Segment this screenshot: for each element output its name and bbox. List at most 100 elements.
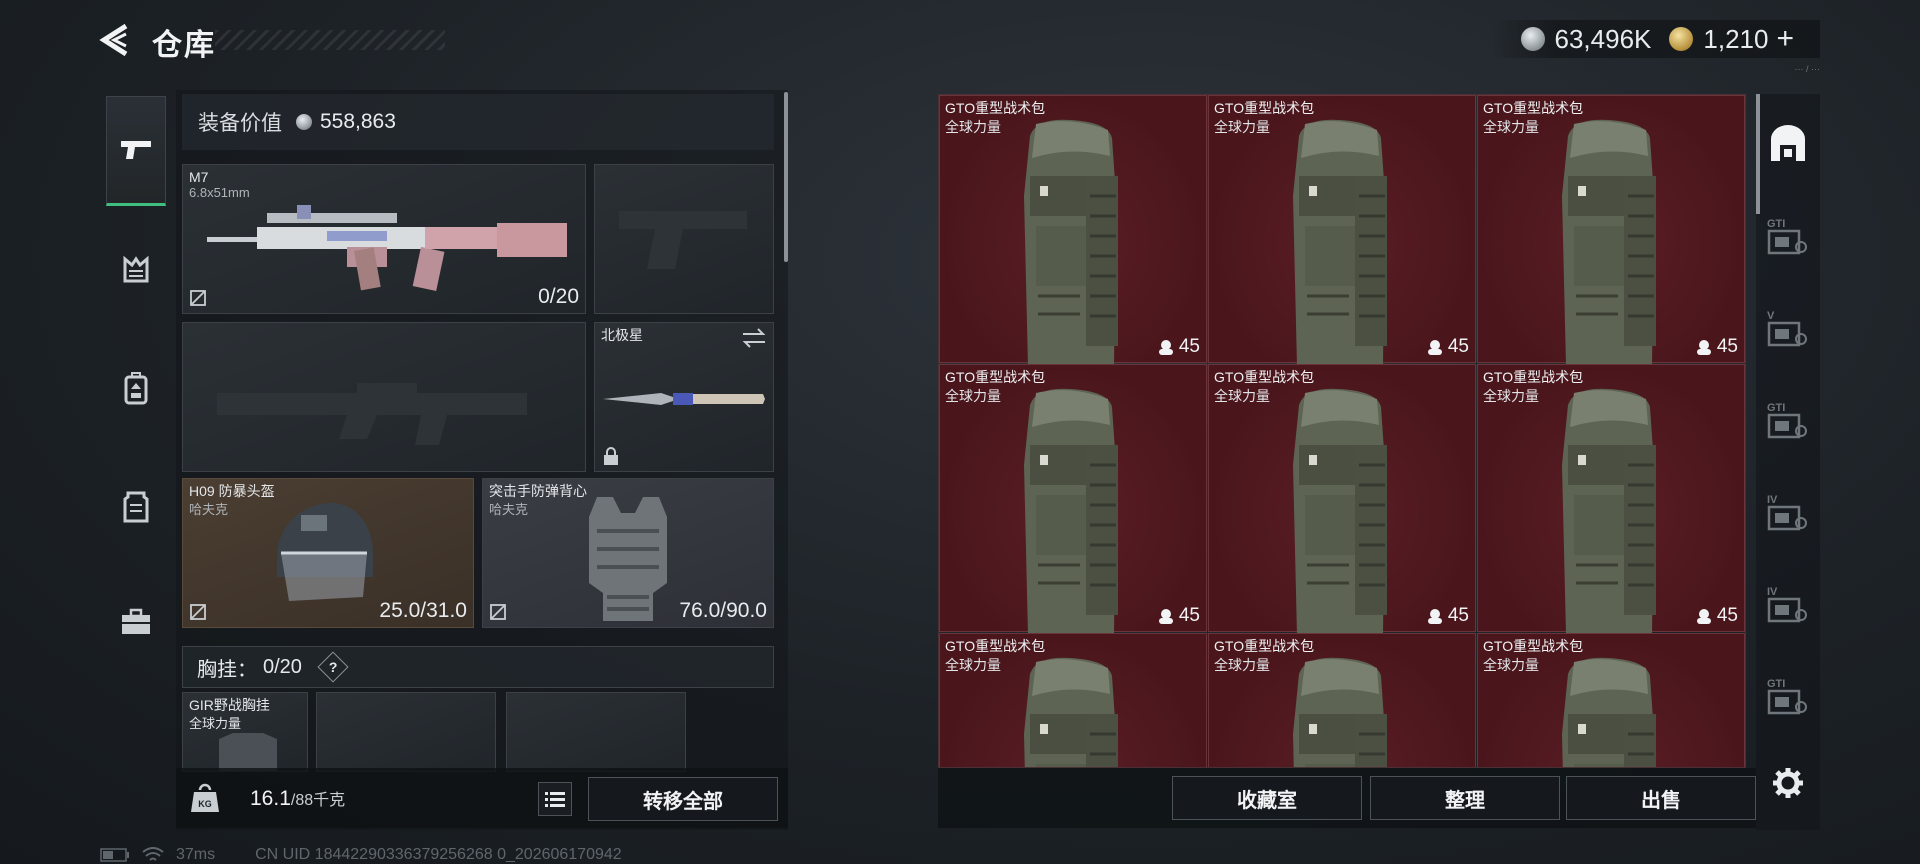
- helmet-name: H09 防暴头盔: [189, 483, 275, 499]
- stash-item-name: GTO重型战术包: [945, 638, 1046, 654]
- stash-item[interactable]: GTO重型战术包 全球力量 45: [1208, 364, 1476, 635]
- stash-tab-icon: IV: [1767, 586, 1807, 623]
- stash-tab-6[interactable]: GTI: [1764, 672, 1812, 722]
- secondary-weapon-slot[interactable]: [182, 322, 586, 472]
- pistol-placeholder-icon: [619, 211, 747, 269]
- pistol-slot[interactable]: [594, 164, 774, 314]
- equipment-value-bar: 装备价值 558,863: [182, 94, 774, 150]
- nav-backpack[interactable]: [108, 360, 164, 416]
- backpack-item-icon: [1562, 119, 1656, 366]
- nav-rig[interactable]: [108, 242, 164, 298]
- stash-item[interactable]: GTO重型战术包 全球力量 45: [1208, 95, 1476, 366]
- sell-button[interactable]: 出售: [1566, 776, 1756, 820]
- helmet-slot[interactable]: H09 防暴头盔 哈夫克 25.0/31.0: [182, 478, 474, 628]
- silver-coin-icon: [296, 114, 312, 130]
- backpack-item-icon: [1562, 388, 1656, 635]
- collection-room-button[interactable]: 收藏室: [1172, 776, 1362, 820]
- primary-weapon-slot[interactable]: M7 6.8x51mm 0/20: [182, 164, 586, 314]
- stash-tab-main[interactable]: [1764, 118, 1812, 168]
- left-category-nav: [100, 90, 172, 670]
- armor-slot[interactable]: 突击手防弹背心 哈夫克 76.0/90.0: [482, 478, 774, 628]
- stash-item-name: GTO重型战术包: [945, 369, 1046, 385]
- stash-tab-icon: IV: [1767, 494, 1807, 531]
- stash-item-name: GTO重型战术包: [1214, 100, 1315, 116]
- stash-item-count-value: 45: [1447, 605, 1469, 626]
- stash-item[interactable]: GTO重型战术包 全球力量 45: [1477, 364, 1745, 635]
- chest-rig-icon: [123, 255, 149, 283]
- backpack-item-icon: [1293, 119, 1387, 366]
- stash-item-name: GTO重型战术包: [945, 100, 1046, 116]
- rig-storage-slot-1[interactable]: [316, 692, 496, 772]
- armor-durability: 76.0/90.0: [679, 599, 767, 622]
- stash-item-count-value: 45: [1716, 605, 1738, 626]
- weight-icon: KG: [191, 783, 219, 812]
- add-currency-button[interactable]: +: [1776, 22, 1794, 56]
- stash-tab-label: GTI: [1767, 678, 1785, 690]
- stash-tab-4[interactable]: IV: [1764, 488, 1812, 538]
- title-decoration: [215, 30, 445, 50]
- uid-text: CN UID 18442290336379256268 0_2026061709…: [255, 846, 622, 863]
- item-owner-icon: [1158, 609, 1173, 624]
- transfer-all-button[interactable]: 转移全部: [588, 777, 778, 821]
- svg-text:KG: KG: [198, 799, 212, 809]
- helmet-durability: 25.0/31.0: [379, 599, 467, 622]
- helmet-icon: [277, 502, 374, 601]
- gear-icon: [1773, 768, 1803, 798]
- rifle-placeholder-icon: [217, 383, 527, 445]
- stash-item[interactable]: GTO重型战术包 全球力量 45: [1477, 95, 1745, 366]
- stash-item-brand: 全球力量: [1214, 388, 1270, 404]
- help-icon: ?: [328, 659, 338, 675]
- helmet-brand: 哈夫克: [189, 502, 229, 517]
- stash-tab-5[interactable]: IV: [1764, 580, 1812, 630]
- stash-item[interactable]: GTO重型战术包 全球力量: [1208, 633, 1476, 767]
- stash-tab-icon: GTI: [1767, 218, 1807, 255]
- stash-tab-icon: V: [1767, 310, 1807, 347]
- list-view-button[interactable]: [538, 782, 572, 816]
- stash-item-name: GTO重型战术包: [1483, 369, 1584, 385]
- chest-rig-label: 胸挂：: [197, 658, 257, 681]
- stash-grid: GTO重型战术包 全球力量 45 GTO重型战术包 全球力量 45 GTO重型战术包 全球力量…: [938, 94, 1746, 768]
- sort-button[interactable]: 整理: [1370, 776, 1560, 820]
- stash-item-brand: 全球力量: [1483, 119, 1539, 135]
- stash-item[interactable]: GTO重型战术包 全球力量 45: [939, 95, 1207, 366]
- stash-item-count: 45: [1157, 605, 1200, 627]
- gold-amount: 1,210: [1703, 23, 1769, 54]
- stash-tab-label: IV: [1767, 586, 1778, 598]
- stash-item[interactable]: GTO重型战术包 全球力量 45: [939, 364, 1207, 635]
- rig-item-icon: [219, 733, 277, 771]
- chest-rig-slot[interactable]: GIR野战胸挂 全球力量: [182, 692, 308, 772]
- stash-tab-label: V: [1767, 310, 1775, 322]
- weapon-name: M7: [189, 169, 209, 185]
- stash-tab-3[interactable]: GTI: [1764, 396, 1812, 446]
- stash-item-count-value: 45: [1447, 336, 1469, 357]
- stash-item-brand: 全球力量: [1483, 657, 1539, 673]
- nav-armor[interactable]: [108, 478, 164, 534]
- currency-display[interactable]: 63,496K 1,210 +: [1490, 20, 1820, 58]
- nav-weapons[interactable]: [106, 96, 166, 206]
- weapon-ammo: 0/20: [538, 285, 579, 308]
- stash-tab-2[interactable]: V: [1764, 304, 1812, 354]
- back-arrow-icon[interactable]: [96, 20, 136, 60]
- stash-item-count: 45: [1695, 336, 1738, 358]
- item-owner-icon: [1696, 609, 1711, 624]
- equipment-scrollbar[interactable]: [784, 92, 788, 262]
- stash-item[interactable]: GTO重型战术包 全球力量: [1477, 633, 1745, 767]
- melee-slot[interactable]: 北极星: [594, 322, 774, 472]
- warehouse-icon: [1771, 125, 1805, 161]
- stash-tab-1[interactable]: GTI: [1764, 212, 1812, 262]
- help-button[interactable]: ?: [317, 651, 349, 683]
- equipment-panel: 装备价值 558,863 M7 6.8x51mm 0/20 北极星 H09 防暴…: [176, 90, 788, 830]
- left-bottom-bar: KG 16.1/88千克 转移全部: [176, 768, 788, 828]
- page-title: 仓库: [152, 29, 216, 62]
- weight-current: 16.1: [250, 787, 291, 810]
- swap-icon[interactable]: [741, 327, 767, 349]
- rig-item-name: GIR野战胸挂: [189, 697, 270, 713]
- rig-item-brand: 全球力量: [189, 716, 242, 731]
- backpack-item-icon: [1562, 657, 1656, 767]
- equipment-value: 558,863: [320, 110, 396, 133]
- nav-case[interactable]: [108, 594, 164, 650]
- backpack-icon: [124, 372, 148, 405]
- settings-button[interactable]: [1764, 758, 1812, 808]
- rig-storage-slot-2[interactable]: [506, 692, 686, 772]
- stash-item[interactable]: GTO重型战术包 全球力量: [939, 633, 1207, 767]
